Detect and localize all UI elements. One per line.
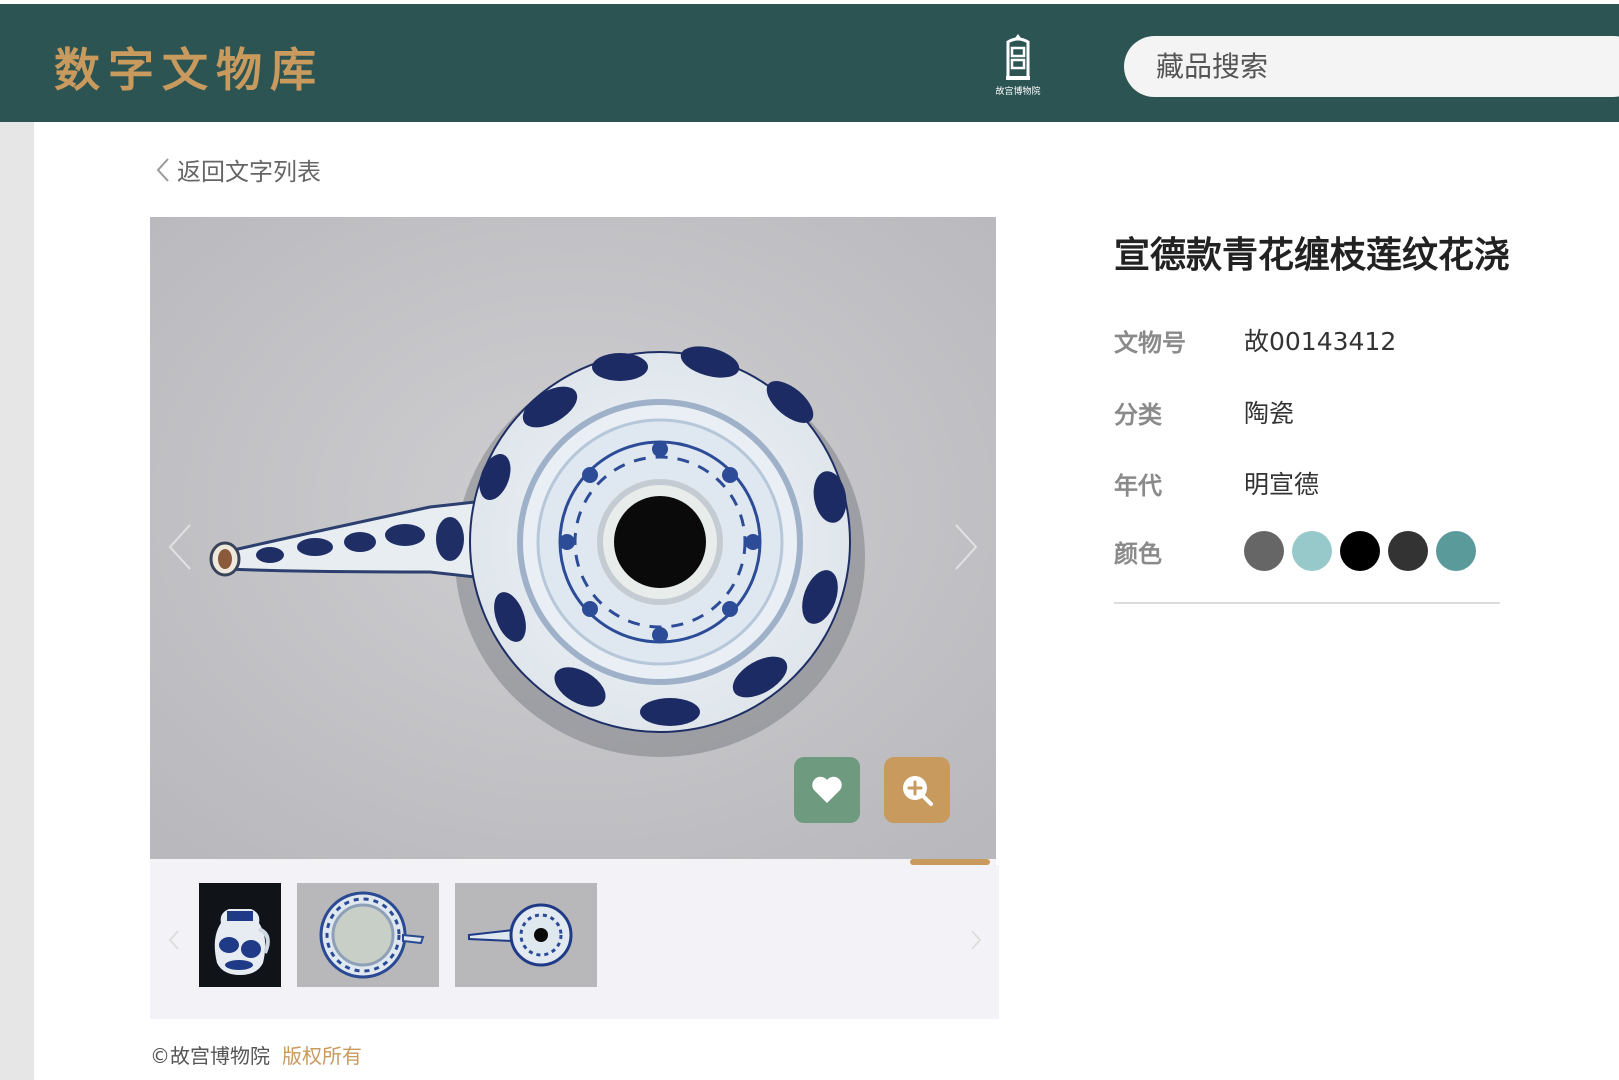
like-button[interactable] (794, 757, 860, 823)
museum-logo[interactable]: 故宫博物院 (988, 32, 1048, 102)
info-label-number: 文物号 (1114, 328, 1186, 357)
info-row-number: 文物号 故00143412 (1114, 322, 1396, 358)
info-value-number: 故00143412 (1244, 327, 1397, 356)
color-swatch[interactable] (1292, 531, 1332, 571)
chevron-left-icon (156, 157, 169, 182)
color-swatches (1244, 531, 1484, 571)
copyright-text: ©故宫博物院 (150, 1044, 270, 1068)
thumbnail-image-inside (297, 883, 439, 987)
palace-logo-icon (1006, 34, 1030, 80)
left-sidebar-strip (0, 122, 34, 1080)
thumbnail-3[interactable] (455, 883, 597, 987)
rights-link[interactable]: 版权所有 (282, 1044, 362, 1068)
back-to-list-link[interactable]: 返回文字列表 (155, 152, 321, 187)
thumbnail-2[interactable] (297, 883, 439, 987)
info-label-color: 颜色 (1114, 539, 1162, 568)
footer: ©故宫博物院 版权所有 (150, 1040, 362, 1069)
info-row-category: 分类 陶瓷 (1114, 394, 1294, 430)
zoom-button[interactable] (884, 757, 950, 823)
search-box[interactable] (1124, 36, 1619, 97)
next-image-arrow[interactable] (946, 517, 986, 577)
thumbnail-prev-arrow[interactable] (164, 925, 184, 955)
color-swatch[interactable] (1436, 531, 1476, 571)
header: 数字文物库 故宫博物院 (0, 4, 1619, 122)
color-swatch[interactable] (1340, 531, 1380, 571)
image-viewer[interactable] (150, 217, 996, 860)
color-swatch[interactable] (1388, 531, 1428, 571)
heart-icon (812, 776, 842, 803)
info-row-color: 颜色 (1114, 531, 1484, 571)
info-label-category: 分类 (1114, 400, 1162, 429)
prev-image-arrow[interactable] (160, 517, 200, 577)
site-title[interactable]: 数字文物库 (54, 34, 324, 100)
thumbnail-image-front (199, 883, 281, 987)
color-swatch[interactable] (1244, 531, 1284, 571)
info-value-period[interactable]: 明宣德 (1244, 465, 1319, 501)
artifact-title: 宣德款青花缠枝莲纹花浇 (1114, 235, 1511, 276)
info-value-category[interactable]: 陶瓷 (1244, 394, 1294, 430)
thumbnail-strip (150, 865, 999, 1019)
thumbnail-next-arrow[interactable] (966, 925, 986, 955)
info-label-period: 年代 (1114, 471, 1162, 500)
info-divider (1114, 602, 1500, 604)
back-label: 返回文字列表 (177, 158, 321, 186)
thumbnail-image-spout (455, 883, 597, 987)
zoom-in-icon (903, 776, 933, 806)
info-row-period: 年代 明宣德 (1114, 465, 1319, 501)
logo-caption: 故宫博物院 (995, 87, 1041, 97)
thumbnail-1[interactable] (199, 883, 281, 987)
artifact-main-image (150, 217, 996, 860)
search-input[interactable] (1156, 36, 1616, 97)
